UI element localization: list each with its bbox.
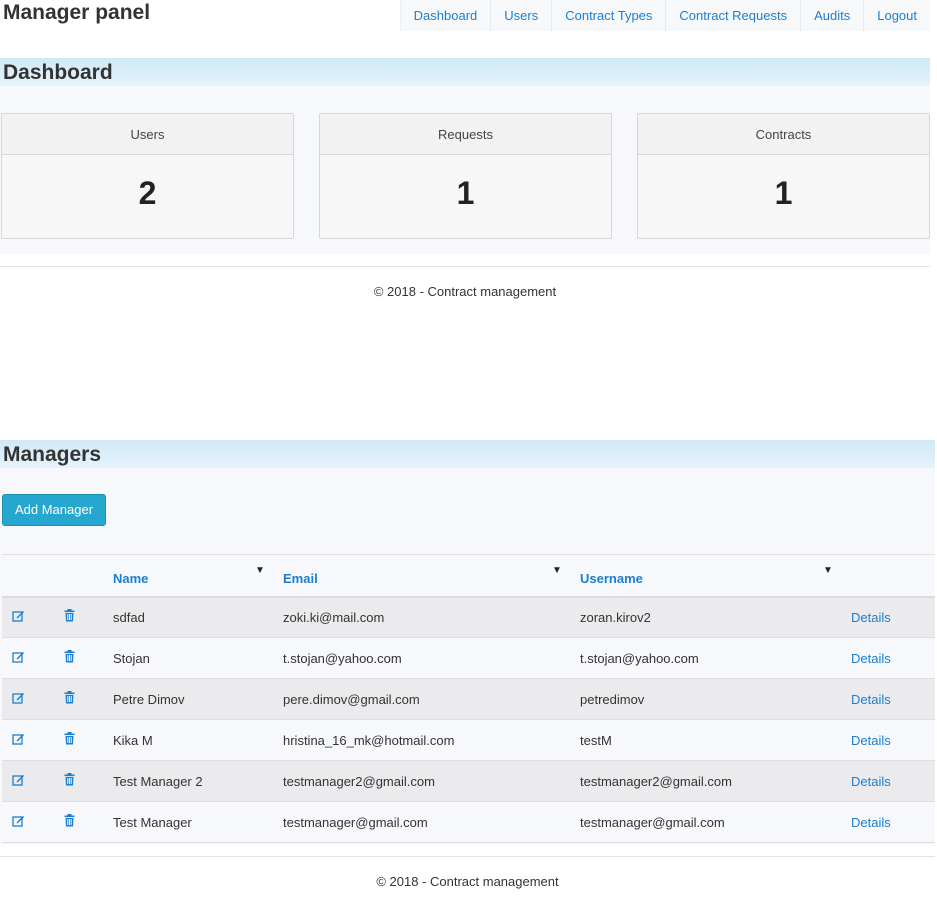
nav-dashboard[interactable]: Dashboard xyxy=(399,0,491,31)
edit-icon[interactable] xyxy=(12,650,25,663)
delete-cell xyxy=(54,760,113,802)
delete-cell xyxy=(54,801,113,843)
edit-cell xyxy=(2,637,54,679)
username-cell: t.stojan@yahoo.com xyxy=(580,637,851,679)
card-value: 1 xyxy=(456,175,475,211)
delete-cell xyxy=(54,678,113,720)
name-cell: Petre Dimov xyxy=(113,678,283,720)
delete-column-header xyxy=(54,554,113,598)
name-cell: Test Manager xyxy=(113,801,283,843)
managers-table: Name ▼ Email ▼ Username ▼ sdfad zoki.ki@m… xyxy=(2,554,935,843)
edit-icon[interactable] xyxy=(12,814,25,827)
table-row: Test Manager testmanager@gmail.com testman… xyxy=(2,801,935,843)
name-cell: Kika M xyxy=(113,719,283,761)
footer-text: © 2018 - Contract management xyxy=(376,874,559,889)
nav-contract-requests[interactable]: Contract Requests xyxy=(665,0,801,31)
email-cell: testmanager2@gmail.com xyxy=(283,760,580,802)
divider xyxy=(0,856,935,857)
column-header-name[interactable]: Name ▼ xyxy=(113,554,283,598)
delete-cell xyxy=(54,637,113,679)
details-link[interactable]: Details xyxy=(851,801,935,843)
app-title: Manager panel xyxy=(3,1,151,24)
username-cell: testmanager2@gmail.com xyxy=(580,760,851,802)
details-link[interactable]: Details xyxy=(851,596,935,638)
email-cell: hristina_16_mk@hotmail.com xyxy=(283,719,580,761)
contracts-card: Contracts 1 xyxy=(637,113,930,239)
delete-cell xyxy=(54,719,113,761)
trash-icon[interactable] xyxy=(64,691,75,704)
edit-cell xyxy=(2,678,54,720)
table-row: Test Manager 2 testmanager2@gmail.com test… xyxy=(2,760,935,802)
name-cell: Test Manager 2 xyxy=(113,760,283,802)
card-label: Contracts xyxy=(638,114,929,155)
email-cell: testmanager@gmail.com xyxy=(283,801,580,843)
card-label: Requests xyxy=(320,114,611,155)
column-header-label: Username xyxy=(580,570,643,586)
trash-icon[interactable] xyxy=(64,609,75,622)
table-row: Petre Dimov pere.dimov@gmail.com petredimo… xyxy=(2,678,935,720)
name-cell: Stojan xyxy=(113,637,283,679)
trash-icon[interactable] xyxy=(64,732,75,745)
column-header-username[interactable]: Username ▼ xyxy=(580,554,851,598)
requests-card: Requests 1 xyxy=(319,113,612,239)
username-cell: petredimov xyxy=(580,678,851,720)
details-link[interactable]: Details xyxy=(851,719,935,761)
edit-cell xyxy=(2,760,54,802)
filter-icon[interactable]: ▼ xyxy=(552,565,562,576)
delete-cell xyxy=(54,596,113,638)
divider xyxy=(0,266,930,267)
table-row: Kika Mhristina_16_mk@hotmail.com testM Det… xyxy=(2,719,935,761)
nav-users[interactable]: Users xyxy=(490,0,552,31)
email-cell: zoki.ki@mail.com xyxy=(283,596,580,638)
users-card: Users 2 xyxy=(1,113,294,239)
email-cell: pere.dimov@gmail.com xyxy=(283,678,580,720)
edit-icon[interactable] xyxy=(12,609,25,622)
edit-cell xyxy=(2,801,54,843)
top-nav: Dashboard Users Contract Types Contract … xyxy=(399,0,930,31)
nav-audits[interactable]: Audits xyxy=(800,0,864,31)
edit-icon[interactable] xyxy=(12,732,25,745)
column-header-label: Email xyxy=(283,570,318,586)
edit-column-header xyxy=(2,554,54,598)
details-column-header xyxy=(851,554,935,598)
nav-contract-types[interactable]: Contract Types xyxy=(551,0,666,31)
managers-panel: Add Manager Name ▼ Email ▼ Username ▼ sd… xyxy=(0,468,935,844)
column-header-label: Name xyxy=(113,570,149,586)
details-link[interactable]: Details xyxy=(851,760,935,802)
trash-icon[interactable] xyxy=(64,650,75,663)
details-link[interactable]: Details xyxy=(851,678,935,720)
email-cell: t.stojan@yahoo.com xyxy=(283,637,580,679)
card-value: 1 xyxy=(774,175,793,211)
table-row: Stojan t.stojan@yahoo.com t.stojan@yahoo.c… xyxy=(2,637,935,679)
username-cell: zoran.kirov2 xyxy=(580,596,851,638)
filter-icon[interactable]: ▼ xyxy=(255,565,265,576)
card-label: Users xyxy=(2,114,293,155)
table-row: sdfad zoki.ki@mail.com zoran.kirov2 Details xyxy=(2,596,935,638)
trash-icon[interactable] xyxy=(64,814,75,827)
username-cell: testM xyxy=(580,719,851,761)
edit-icon[interactable] xyxy=(12,773,25,786)
filter-icon[interactable]: ▼ xyxy=(823,565,833,576)
footer-text: © 2018 - Contract management xyxy=(373,284,557,299)
edit-cell xyxy=(2,596,54,638)
nav-logout[interactable]: Logout xyxy=(863,0,930,31)
dashboard-panel: Users 2 Requests 1 Contracts 1 xyxy=(0,86,930,254)
trash-icon[interactable] xyxy=(64,773,75,786)
dashboard-heading: Dashboard xyxy=(0,58,930,86)
name-cell: sdfad xyxy=(113,596,283,638)
username-cell: testmanager@gmail.com xyxy=(580,801,851,843)
column-header-email[interactable]: Email ▼ xyxy=(283,554,580,598)
edit-cell xyxy=(2,719,54,761)
add-manager-button[interactable]: Add Manager xyxy=(2,494,106,526)
edit-icon[interactable] xyxy=(12,691,25,704)
card-value: 2 xyxy=(138,175,157,211)
details-link[interactable]: Details xyxy=(851,637,935,679)
managers-heading: Managers xyxy=(0,440,935,468)
